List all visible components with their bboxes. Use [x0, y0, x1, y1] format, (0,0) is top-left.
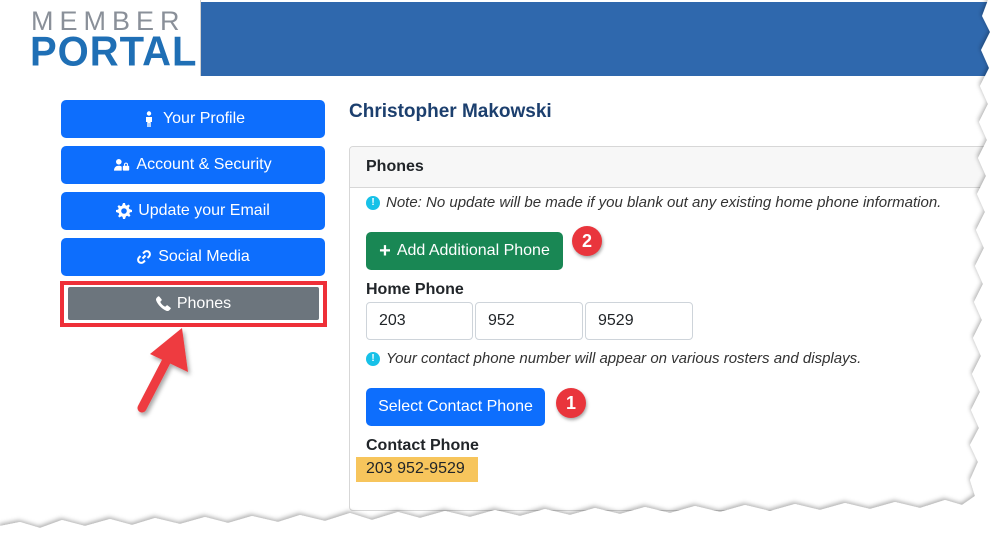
home-phone-label: Home Phone — [366, 281, 464, 298]
home-phone-area-input[interactable]: 203 — [366, 302, 473, 340]
page-title: Christopher Makowski — [349, 101, 552, 122]
info-note-contact: ! Your contact phone number will appear … — [366, 350, 861, 367]
phone-icon — [155, 296, 171, 311]
sidebar-item-label: Your Profile — [162, 110, 246, 127]
annotation-badge-1: 1 — [556, 388, 586, 418]
select-contact-phone-button[interactable]: Select Contact Phone — [366, 388, 545, 426]
info-note-blank: ! Note: No update will be made if you bl… — [366, 194, 941, 211]
home-phone-line-input[interactable]: 9529 — [585, 302, 693, 340]
sidebar-item-phones[interactable]: Phones — [68, 287, 319, 320]
sidebar-item-label: Social Media — [158, 248, 250, 265]
sidebar-item-account-security[interactable]: Account & Security — [61, 146, 325, 184]
user-lock-icon — [114, 159, 130, 171]
info-icon: ! — [366, 195, 380, 210]
header: MEMBER PORTAL — [0, 0, 997, 76]
annotation-arrow — [137, 328, 188, 413]
home-phone-prefix-input[interactable]: 952 — [475, 302, 583, 340]
sidebar-item-update-email[interactable]: Update your Email — [61, 192, 325, 230]
sidebar-item-social-media[interactable]: Social Media — [61, 238, 325, 276]
header-banner — [201, 2, 997, 76]
card-title: Phones — [350, 147, 997, 188]
info-icon: ! — [366, 351, 380, 366]
sidebar-nav: Your Profile Account & Security Update y… — [61, 100, 325, 284]
sidebar-item-your-profile[interactable]: Your Profile — [61, 100, 325, 138]
contact-phone-value: 203 952-9529 — [356, 457, 478, 482]
person-icon — [145, 111, 152, 127]
sidebar-item-label: Update your Email — [138, 202, 270, 219]
sidebar-item-label: Account & Security — [136, 156, 272, 173]
contact-phone-label: Contact Phone — [366, 437, 479, 454]
logo-portal-text: PORTAL — [30, 28, 198, 76]
logo[interactable]: MEMBER PORTAL — [0, 0, 201, 76]
info-note-text: Note: No update will be made if you blan… — [386, 194, 942, 211]
sidebar-item-label: Phones — [176, 294, 232, 312]
link-icon — [137, 250, 152, 264]
gear-icon — [116, 203, 133, 219]
add-additional-phone-button[interactable]: + Add Additional Phone — [366, 232, 563, 270]
plus-icon: + — [379, 240, 391, 262]
info-note-text: Your contact phone number will appear on… — [386, 350, 862, 367]
annotation-badge-2: 2 — [572, 226, 602, 256]
add-phone-label: Add Additional Phone — [396, 242, 550, 259]
